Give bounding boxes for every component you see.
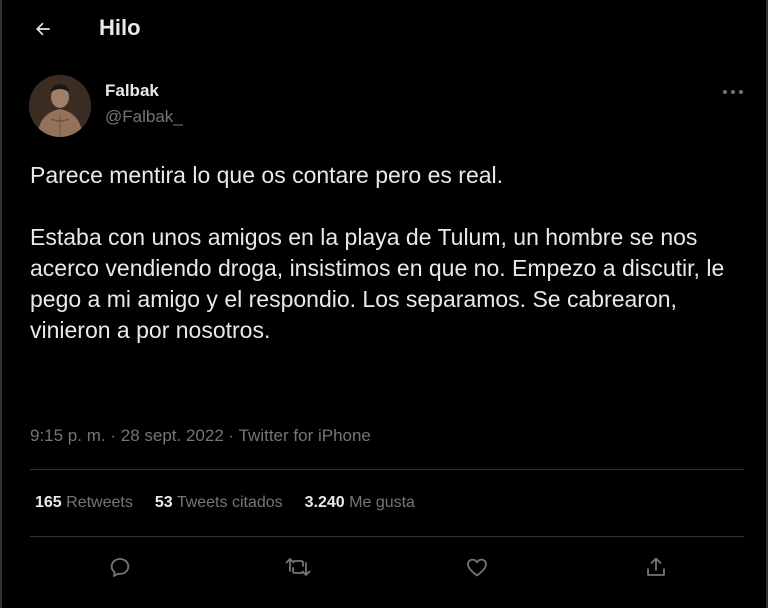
divider [30, 536, 744, 537]
share-button[interactable] [642, 553, 670, 581]
more-horizontal-icon [723, 90, 743, 94]
quotes-label: Tweets citados [176, 494, 283, 511]
tweet-thread-view: Hilo Falbak @Falbak_ Parece mentira lo q… [0, 0, 768, 608]
quotes-stat[interactable]: 53 Tweets citados [155, 492, 283, 514]
retweets-count: 165 [35, 494, 62, 511]
tweet-metadata: 9:15 p. m. · 28 sept. 2022 · Twitter for… [30, 425, 371, 447]
retweets-stat[interactable]: 165 Retweets [35, 492, 133, 514]
likes-label: Me gusta [349, 494, 415, 511]
retweet-button[interactable] [284, 553, 312, 581]
tweet-date[interactable]: 28 sept. 2022 [121, 426, 224, 445]
share-icon [647, 557, 665, 576]
quotes-count: 53 [154, 494, 173, 511]
author-handle[interactable]: @Falbak_ [105, 106, 183, 128]
tweet-text: Parece mentira lo que os contare pero es… [30, 160, 742, 346]
reply-icon [110, 558, 130, 577]
likes-stat[interactable]: 3.240 Me gusta [305, 492, 415, 514]
like-button[interactable] [463, 553, 491, 581]
header: Hilo [2, 0, 766, 56]
retweets-label: Retweets [66, 494, 133, 511]
tweet-time[interactable]: 9:15 p. m. [30, 426, 106, 445]
arrow-left-icon [36, 22, 50, 36]
retweet-icon [285, 558, 311, 576]
back-button[interactable] [26, 12, 60, 46]
meta-separator: · [228, 426, 235, 445]
page-title: Hilo [99, 15, 141, 40]
avatar[interactable] [29, 75, 91, 137]
meta-separator: · [110, 426, 117, 445]
tweet-paragraph: Estaba con unos amigos en la playa de Tu… [30, 224, 725, 343]
tweet-paragraph: Parece mentira lo que os contare pero es… [30, 162, 504, 188]
reply-button[interactable] [106, 553, 134, 581]
likes-count: 3.240 [304, 494, 345, 511]
divider [30, 469, 744, 470]
author-name[interactable]: Falbak [105, 80, 159, 102]
more-options-button[interactable] [718, 80, 748, 104]
engagement-stats: 165 Retweets 53 Tweets citados 3.240 Me gu… [35, 492, 437, 514]
avatar-image [29, 75, 91, 137]
tweet-source: Twitter for iPhone [238, 426, 371, 445]
like-icon [467, 558, 487, 577]
